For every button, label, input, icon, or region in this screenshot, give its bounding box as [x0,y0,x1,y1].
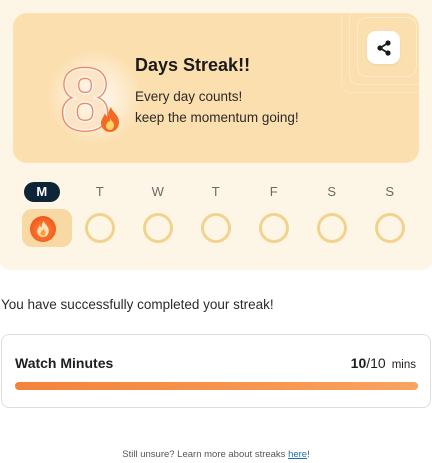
week-days-row: M T W T F S S [22,180,412,250]
day-label-tuesday: T [95,184,105,199]
footer-note: Still unsure? Learn more about streaks h… [0,449,432,460]
watch-minutes-card: Watch Minutes 10/10 mins [1,334,431,408]
completion-message: You have successfully completed your str… [1,297,274,312]
footer-suffix: ! [307,449,310,460]
watch-progress-fill [15,382,418,390]
day-label-wednesday: W [151,184,165,199]
watch-minutes-total: /10 [366,355,386,371]
streak-number-svg: 8 8 [59,50,119,150]
day-completed-monday [30,216,56,242]
watch-progress-track [15,382,418,390]
streak-title: Days Streak!! [135,55,251,75]
watch-minutes-unit: mins [391,359,416,371]
share-icon [376,39,391,56]
streak-panel: 8 8 Days Streak!! Every day counts! keep… [0,0,432,270]
day-label-saturday: S [327,184,337,199]
streak-subtitle-line1: Every day counts! [135,89,243,104]
streak-card: 8 8 Days Streak!! Every day counts! keep… [13,13,419,163]
day-circle-thursday [201,213,231,243]
learn-more-link[interactable]: here [288,449,307,460]
day-circle-tuesday [85,213,115,243]
day-label-sunday: S [385,184,395,199]
streak-subtitle: Every day counts! keep the momentum goin… [135,86,299,128]
streak-count-inner-outline: 8 [61,52,109,148]
fire-icon [37,221,49,237]
day-circle-friday [259,213,289,243]
day-circle-sunday [375,213,405,243]
day-label-thursday: T [211,184,221,199]
watch-minutes-current: 10 [350,355,367,371]
day-circle-saturday [317,213,347,243]
footer-text: Still unsure? Learn more about streaks [122,449,289,460]
day-label-monday: M [24,182,60,202]
watch-minutes-title: Watch Minutes [15,355,114,371]
share-button[interactable] [367,31,400,64]
streak-subtitle-line2: keep the momentum going! [135,110,299,125]
watch-minutes-value: 10/10 mins [351,355,416,371]
day-circle-wednesday [143,213,173,243]
day-label-friday: F [269,184,279,199]
streak-count-graphic: 8 8 [47,41,143,151]
